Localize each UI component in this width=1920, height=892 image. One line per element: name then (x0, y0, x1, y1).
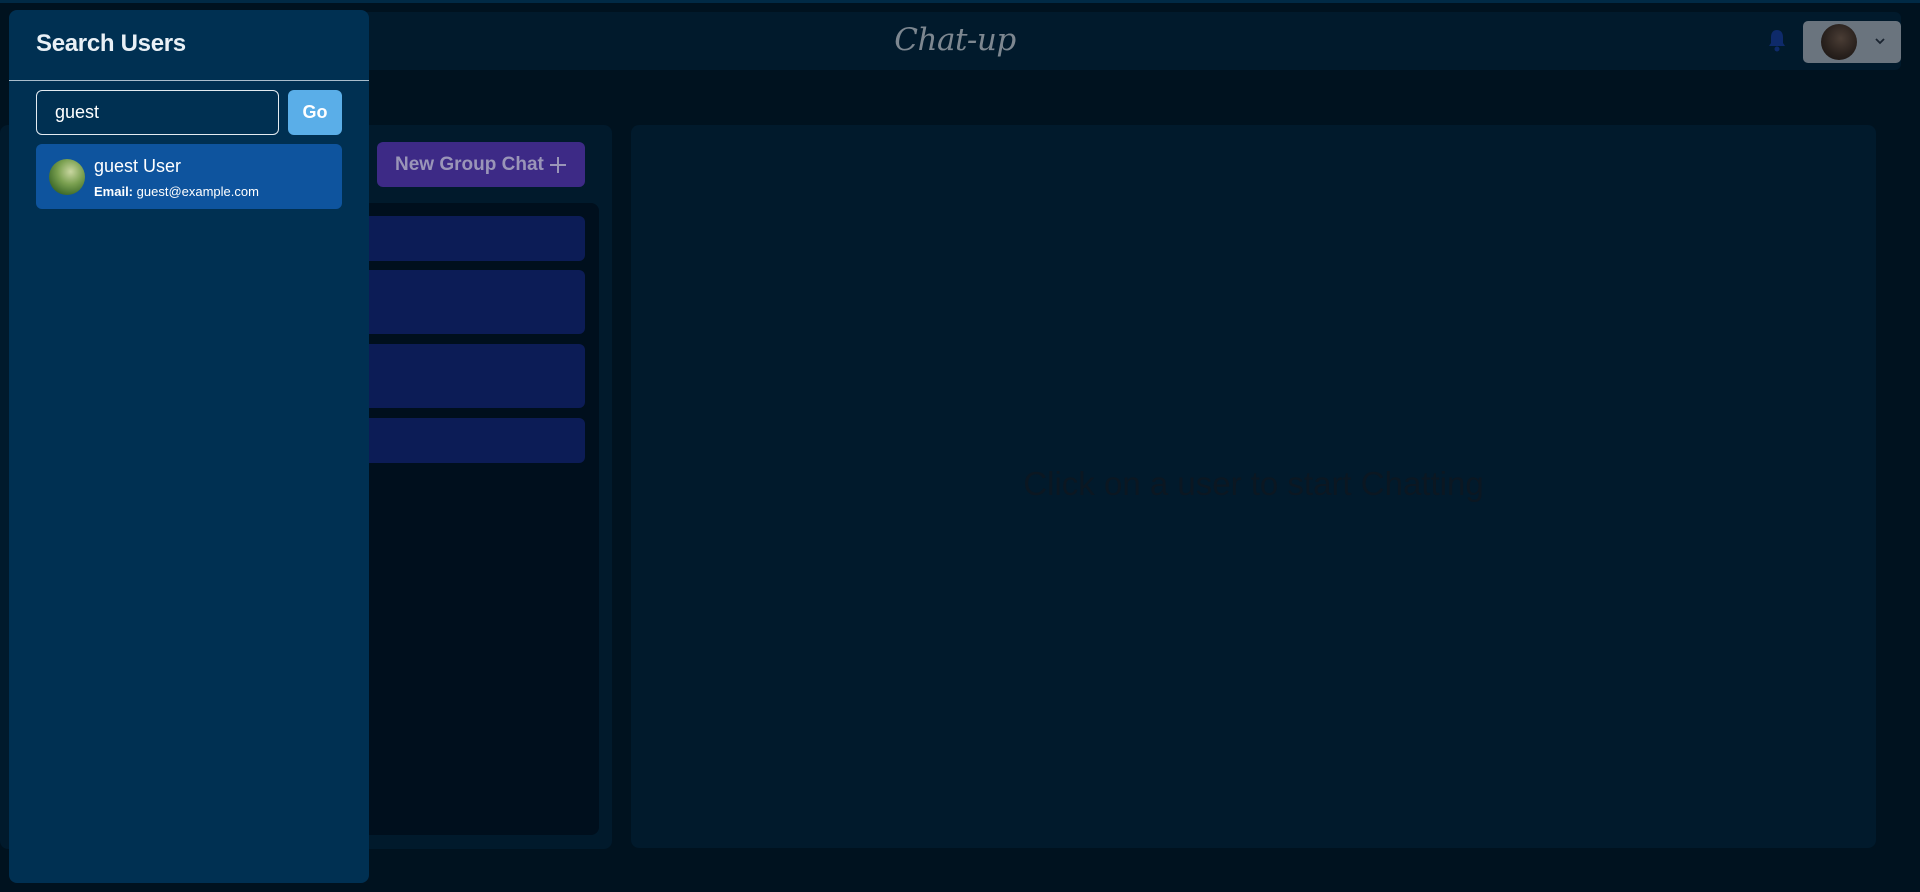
top-accent-line (0, 0, 1920, 3)
bell-icon[interactable] (1767, 28, 1787, 52)
result-user-name: guest User (94, 156, 182, 176)
drawer-title: Search Users (36, 30, 186, 57)
drawer-divider (9, 80, 369, 81)
avatar (1821, 24, 1857, 60)
email-value: guest@example.com (136, 184, 259, 199)
avatar (49, 159, 85, 195)
new-group-chat-button[interactable]: New Group Chat (377, 142, 585, 187)
chevron-down-icon (1875, 38, 1885, 45)
chat-list-item[interactable] (360, 270, 585, 334)
new-group-chat-label: New Group Chat (395, 154, 544, 175)
result-user-email: Email: guest@example.com (94, 184, 259, 199)
chat-list-item[interactable] (360, 418, 585, 463)
chat-list-item[interactable] (360, 344, 585, 408)
search-input[interactable] (36, 90, 279, 135)
chat-box-hint: Click on a user to start Chatting (1023, 465, 1484, 502)
go-button[interactable]: Go (288, 90, 342, 135)
email-label: Email: (94, 184, 134, 199)
search-drawer: Search Users Go guest User Email: guest@… (9, 10, 369, 883)
search-result-item[interactable]: guest User Email: guest@example.com (36, 144, 342, 209)
plus-icon (550, 157, 566, 173)
chat-box: Click on a user to start Chatting (631, 125, 1876, 848)
profile-menu-button[interactable] (1803, 21, 1901, 63)
chat-list-item[interactable] (360, 216, 585, 261)
